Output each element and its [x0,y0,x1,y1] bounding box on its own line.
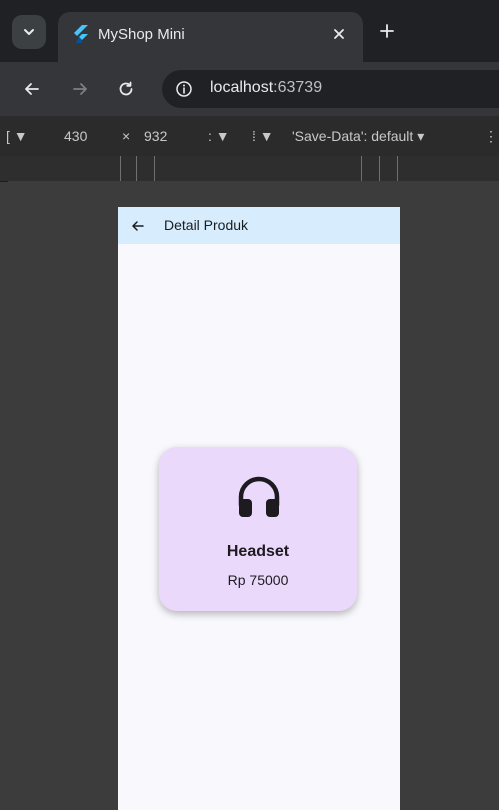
device-select[interactable]: [ ▼ [6,128,28,144]
media-query-ruler [0,156,499,182]
plus-icon [380,24,394,38]
chevron-down-icon [24,29,34,35]
new-tab-button[interactable] [374,18,400,44]
tab-search-button[interactable] [12,15,46,49]
app-bar: Detail Produk [118,207,400,244]
zoom-select[interactable]: : ▼ [208,128,230,144]
tab-strip: MyShop Mini [0,0,499,62]
browser-toolbar: localhost:63739 [0,62,499,116]
device-height[interactable]: 932 [144,128,167,144]
url-text: localhost:63739 [210,79,322,97]
throttle-select[interactable]: ⁞ ▼ [252,128,274,144]
tab-title: MyShop Mini [98,26,185,43]
product-price: Rp 75000 [227,572,289,588]
device-screen: Detail Produk Headset Rp 75000 [118,207,400,810]
ruler-tick [136,156,137,181]
product-name: Headset [226,543,290,560]
url-host: localhost [210,79,274,96]
ruler-tick [120,156,121,181]
flutter-icon [74,25,88,43]
page-title: Detail Produk [164,217,249,233]
device-toolbar: [ ▼ 430 × 932 : ▼ ⁞ ▼ 'Save-Data': defau… [0,116,499,157]
reload-icon [119,81,133,96]
dimension-separator: × [122,128,131,144]
ruler-tick [154,156,155,181]
arrow-left-icon [25,83,39,95]
tab-close-button[interactable] [327,22,351,46]
url-port: :63739 [273,79,323,96]
arrow-left-icon [132,221,144,231]
back-button[interactable] [18,75,46,103]
reload-button[interactable] [112,75,140,103]
info-icon [176,81,192,97]
headset-icon [238,476,280,517]
ruler-tick [361,156,362,181]
forward-button[interactable] [66,75,94,103]
browser-tab[interactable]: MyShop Mini [58,12,363,62]
device-width[interactable]: 430 [64,128,87,144]
ruler-tick [379,156,380,181]
more-options-button[interactable]: ⋮ [484,128,498,145]
site-info-button[interactable] [172,77,196,101]
back-nav-button[interactable] [128,216,148,236]
ruler-tick [397,156,398,181]
arrow-right-icon [73,83,87,95]
address-bar[interactable]: localhost:63739 [162,70,499,108]
close-icon [334,29,344,39]
save-data-select[interactable]: 'Save-Data': default ▾ [292,128,424,145]
save-data-label: 'Save-Data': default [292,128,414,144]
product-card: Headset Rp 75000 [159,447,357,611]
